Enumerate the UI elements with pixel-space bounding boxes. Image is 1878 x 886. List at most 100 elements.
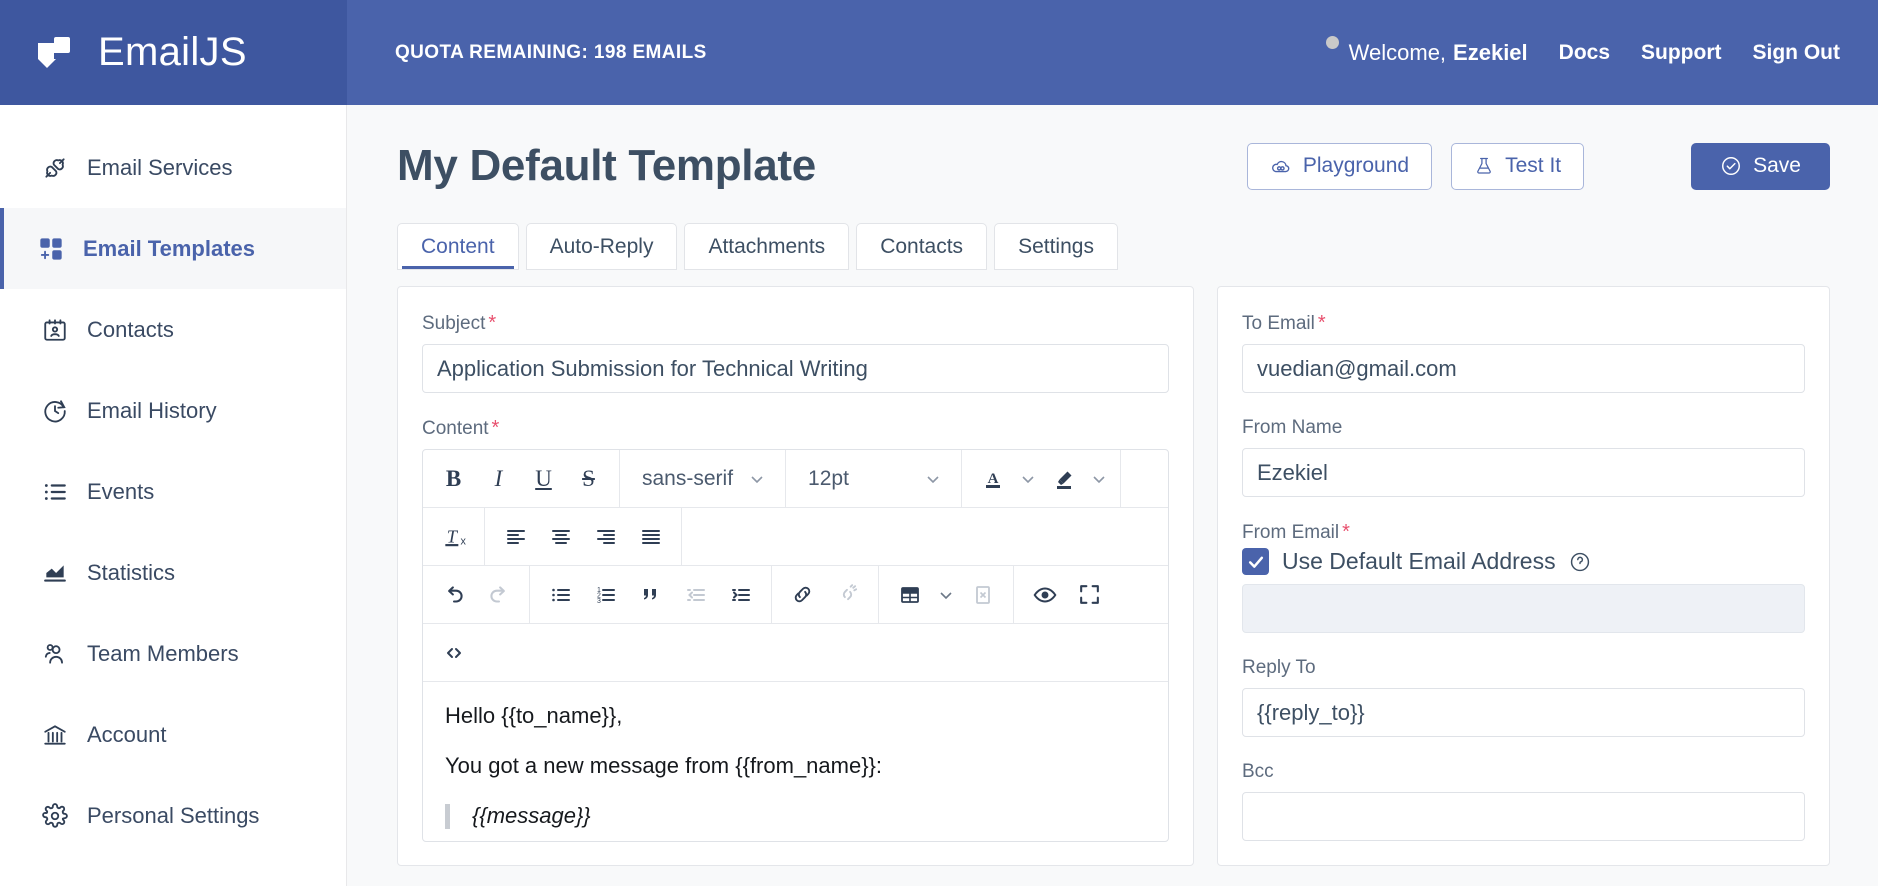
brand-block[interactable]: EmailJS <box>0 0 347 105</box>
align-justify-icon[interactable] <box>628 509 673 565</box>
sidebar-item-team-members[interactable]: Team Members <box>0 613 346 694</box>
source-code-icon[interactable] <box>431 625 476 681</box>
panels-row: Subject* Content* B I <box>347 270 1878 866</box>
bank-icon <box>41 721 69 749</box>
sidebar-item-label: Events <box>87 478 155 504</box>
link-group <box>772 566 879 623</box>
strikethrough-button[interactable]: S <box>566 451 611 507</box>
save-button[interactable]: Save <box>1691 142 1830 190</box>
reply-to-input[interactable] <box>1242 688 1805 737</box>
sidebar-item-email-services[interactable]: Email Services <box>0 127 346 208</box>
font-size-select[interactable]: 12pt <box>786 450 963 507</box>
required-asterisk: * <box>488 312 497 334</box>
bold-button[interactable]: B <box>431 451 476 507</box>
test-it-label: Test It <box>1505 154 1562 177</box>
reply-to-label: Reply To <box>1242 657 1316 678</box>
preview-eye-icon[interactable] <box>1022 567 1067 623</box>
people-icon <box>41 640 69 668</box>
font-size-control[interactable]: 12pt <box>794 451 953 507</box>
bullet-list-icon[interactable] <box>538 567 583 623</box>
numbered-list-icon[interactable]: 123 <box>583 567 628 623</box>
table-icon[interactable] <box>887 567 932 623</box>
bcc-input[interactable] <box>1242 792 1805 841</box>
text-style-group: B I U S <box>423 450 620 507</box>
from-email-label: From Email * <box>1242 521 1805 544</box>
highlight-color-dropdown[interactable] <box>1086 451 1112 507</box>
text-color-icon[interactable]: A <box>970 451 1015 507</box>
sidebar-item-account[interactable]: Account <box>0 694 346 775</box>
subject-input[interactable] <box>422 344 1169 393</box>
redo-icon[interactable] <box>476 567 521 623</box>
test-it-button[interactable]: Test It <box>1451 142 1585 190</box>
nav-link-support[interactable]: Support <box>1641 41 1721 65</box>
required-asterisk: * <box>1317 312 1326 334</box>
editor-blockquote: {{message}} <box>445 804 1146 829</box>
to-email-label-text: To Email <box>1242 313 1315 334</box>
align-left-icon[interactable] <box>493 509 538 565</box>
to-email-input[interactable] <box>1242 344 1805 393</box>
indent-icon[interactable] <box>718 567 763 623</box>
list-indent-group: 123 <box>530 566 772 623</box>
fullscreen-icon[interactable] <box>1067 567 1112 623</box>
editor-content-body[interactable]: Hello {{to_name}}, You got a new message… <box>423 682 1168 829</box>
svg-text:3: 3 <box>597 598 601 605</box>
welcome-message: Welcome, Ezekiel <box>1325 36 1528 66</box>
tab-settings[interactable]: Settings <box>994 223 1118 270</box>
sidebar-item-statistics[interactable]: Statistics <box>0 532 346 613</box>
table-dropdown[interactable] <box>932 567 960 623</box>
nav-link-sign-out[interactable]: Sign Out <box>1753 41 1841 65</box>
blockquote-icon[interactable] <box>628 567 673 623</box>
help-circle-icon[interactable] <box>1569 551 1591 573</box>
sidebar-item-personal-settings[interactable]: Personal Settings <box>0 775 346 856</box>
reply-to-field-group: Reply To <box>1242 657 1805 737</box>
from-email-field-group: From Email * Use Default Email Address <box>1242 521 1805 633</box>
contact-card-icon <box>41 316 69 344</box>
text-color-dropdown[interactable] <box>1015 451 1041 507</box>
italic-button[interactable]: I <box>476 451 521 507</box>
outdent-icon[interactable] <box>673 567 718 623</box>
sidebar-item-events[interactable]: Events <box>0 451 346 532</box>
sidebar-item-contacts[interactable]: Contacts <box>0 289 346 370</box>
link-icon[interactable] <box>780 567 825 623</box>
emailjs-logo-icon <box>34 29 82 77</box>
editor-toolbar-row-2: Tx <box>423 508 1168 566</box>
main-content-area: My Default Template Playground Test It S… <box>347 105 1878 886</box>
from-email-input[interactable] <box>1242 584 1805 633</box>
undo-icon[interactable] <box>431 567 476 623</box>
font-size-value: 12pt <box>808 466 849 490</box>
sidebar-item-email-templates[interactable]: Email Templates <box>0 208 346 289</box>
highlight-color-icon[interactable] <box>1041 451 1086 507</box>
list-icon <box>41 478 69 506</box>
tab-contacts[interactable]: Contacts <box>856 223 988 270</box>
unlink-icon[interactable] <box>825 567 870 623</box>
status-dot-icon <box>1325 36 1339 49</box>
delete-table-icon[interactable] <box>960 567 1005 623</box>
playground-button[interactable]: Playground <box>1246 142 1433 190</box>
use-default-email-checkbox[interactable] <box>1242 548 1269 575</box>
from-email-label-text: From Email <box>1242 522 1340 543</box>
align-right-icon[interactable] <box>583 509 628 565</box>
from-name-field-group: From Name <box>1242 417 1805 497</box>
sidebar-item-label: Email Services <box>87 154 233 180</box>
tab-content[interactable]: Content <box>397 223 519 270</box>
underline-button[interactable]: U <box>521 451 566 507</box>
use-default-email-row: Use Default Email Address <box>1242 548 1805 575</box>
check-circle-icon <box>1720 155 1742 177</box>
font-family-select[interactable]: sans-serif <box>620 450 787 507</box>
tab-attachments[interactable]: Attachments <box>684 223 850 270</box>
nav-link-docs[interactable]: Docs <box>1559 41 1610 65</box>
tab-auto-reply[interactable]: Auto-Reply <box>525 223 678 270</box>
font-family-control[interactable]: sans-serif <box>628 451 777 507</box>
subject-label: Subject * <box>422 312 1169 335</box>
playground-label: Playground <box>1302 154 1410 177</box>
to-email-field-group: To Email * <box>1242 312 1805 393</box>
clear-formatting-icon[interactable]: Tx <box>431 509 476 565</box>
from-name-input[interactable] <box>1242 448 1805 497</box>
color-group: A <box>962 450 1122 507</box>
align-center-icon[interactable] <box>538 509 583 565</box>
sidebar-item-email-history[interactable]: Email History <box>0 370 346 451</box>
welcome-prefix: Welcome, <box>1348 39 1447 65</box>
quota-remaining-text: QUOTA REMAINING: 198 EMAILS <box>395 41 707 63</box>
page-title: My Default Template <box>397 141 816 190</box>
top-nav-links: Welcome, Ezekiel Docs Support Sign Out <box>1325 36 1878 66</box>
